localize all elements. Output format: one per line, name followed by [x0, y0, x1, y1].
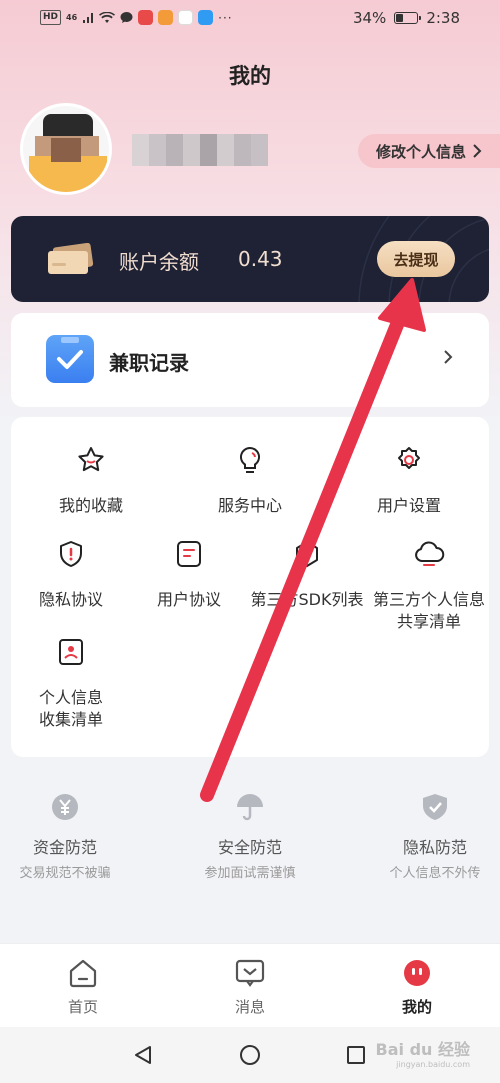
star-icon	[78, 447, 104, 472]
cloud-icon	[415, 541, 445, 566]
guarantee-title: 隐私防范	[402, 838, 467, 857]
wallet-card-icon	[48, 243, 94, 274]
menu-item-label-line2: 共享清单	[396, 612, 461, 631]
profile-icon	[404, 960, 430, 986]
gear-icon	[398, 447, 420, 469]
chevron-right-icon	[473, 144, 482, 158]
menu-item-user-settings[interactable]: 用户设置	[359, 445, 459, 517]
nav-messages[interactable]: 消息	[200, 958, 300, 1017]
cube-icon	[296, 541, 318, 567]
guarantee-funds: 资金防范 交易规范不被骗	[0, 792, 130, 881]
menu-item-label: 个人信息	[38, 688, 103, 707]
guarantee-subtitle: 交易规范不被骗	[19, 866, 111, 881]
checklist-icon	[46, 335, 94, 383]
watermark-sub: jingyan.baidu.com	[396, 1060, 470, 1069]
id-card-icon	[59, 639, 83, 665]
menu-item-label: 我的收藏	[58, 496, 123, 515]
hd-indicator: HD	[40, 10, 62, 25]
menu-item-service-center[interactable]: 服务中心	[200, 445, 300, 517]
menu-item-sdk-list[interactable]: 第三方SDK列表	[247, 539, 367, 611]
message-icon	[235, 959, 265, 987]
page-title: 我的	[229, 64, 271, 88]
nav-label: 消息	[234, 998, 265, 1016]
part-time-records[interactable]: 兼职记录	[11, 313, 489, 407]
back-icon[interactable]	[132, 1044, 154, 1066]
part-time-label: 兼职记录	[109, 351, 189, 375]
yuan-coin-icon	[52, 794, 78, 820]
menu-item-label: 用户协议	[156, 590, 221, 609]
lightbulb-icon	[239, 446, 261, 473]
menu-grid: 我的收藏 服务中心 用户设置 隐私协议 用户协议 第三方SDK列表 第三方个人信…	[11, 417, 489, 757]
bottom-navigation: 首页 消息 我的	[0, 943, 500, 1027]
app-icon-white	[178, 10, 194, 25]
wifi-icon	[99, 11, 116, 23]
document-icon	[177, 541, 201, 567]
nav-label: 我的	[401, 998, 432, 1016]
battery-icon	[394, 12, 422, 24]
network-indicator: 46	[66, 12, 78, 22]
menu-item-label-line2: 收集清单	[38, 710, 103, 729]
menu-item-user-agreement[interactable]: 用户协议	[139, 539, 239, 611]
nav-profile[interactable]: 我的	[367, 958, 467, 1017]
chevron-right-icon	[444, 350, 453, 364]
withdraw-button[interactable]: 去提现	[377, 241, 455, 277]
recents-icon[interactable]	[345, 1044, 367, 1066]
edit-profile-label: 修改个人信息	[375, 142, 466, 161]
app-icon-blue	[198, 10, 214, 25]
menu-item-third-party-sharing[interactable]: 第三方个人信息 共享清单	[371, 539, 487, 633]
battery-percent: 34%	[352, 9, 387, 27]
more-notifications-icon: ···	[218, 10, 233, 25]
guarantee-safety: 安全防范 参加面试需谨慎	[185, 792, 315, 881]
app-icon-orange	[158, 10, 174, 25]
signal-icon	[83, 12, 94, 23]
menu-item-privacy-policy[interactable]: 隐私协议	[21, 539, 121, 611]
menu-item-label: 用户设置	[376, 496, 441, 515]
balance-card: 账户余额 0.43 去提现	[11, 216, 489, 302]
nav-home[interactable]: 首页	[33, 958, 133, 1017]
edit-profile-button[interactable]: 修改个人信息	[358, 134, 500, 168]
chat-bubble-icon	[120, 12, 133, 23]
balance-label: 账户余额	[119, 250, 199, 274]
menu-item-label: 第三方个人信息	[372, 590, 485, 609]
guarantee-subtitle: 个人信息不外传	[389, 866, 481, 881]
app-icon-red	[138, 10, 154, 25]
system-navigation-bar: Bai du 经验 jingyan.baidu.com	[0, 1027, 500, 1083]
menu-item-label: 隐私协议	[38, 590, 103, 609]
balance-value: 0.43	[238, 247, 283, 271]
guarantee-title: 安全防范	[217, 838, 282, 857]
home-circle-icon[interactable]	[239, 1044, 261, 1066]
menu-item-label: 第三方SDK列表	[250, 590, 364, 609]
guarantee-subtitle: 参加面试需谨慎	[204, 866, 296, 881]
home-icon	[69, 959, 97, 988]
watermark-text: Bai du 经验	[375, 1040, 470, 1059]
clock: 2:38	[426, 9, 460, 27]
shield-icon	[60, 541, 82, 567]
umbrella-icon	[237, 794, 263, 821]
watermark: Bai du 经验 jingyan.baidu.com	[376, 1036, 470, 1069]
guarantee-title: 资金防范	[32, 838, 97, 857]
status-bar: HD 46 ··· 34% 2:38	[0, 0, 500, 38]
guarantee-privacy: 隐私防范 个人信息不外传	[370, 792, 500, 881]
username-blurred	[132, 134, 268, 166]
avatar[interactable]	[20, 103, 112, 195]
menu-item-favorites[interactable]: 我的收藏	[41, 445, 141, 517]
menu-item-label: 服务中心	[217, 496, 282, 515]
nav-label: 首页	[67, 998, 98, 1016]
shield-check-icon	[423, 794, 447, 820]
menu-item-info-collection[interactable]: 个人信息 收集清单	[21, 637, 121, 731]
